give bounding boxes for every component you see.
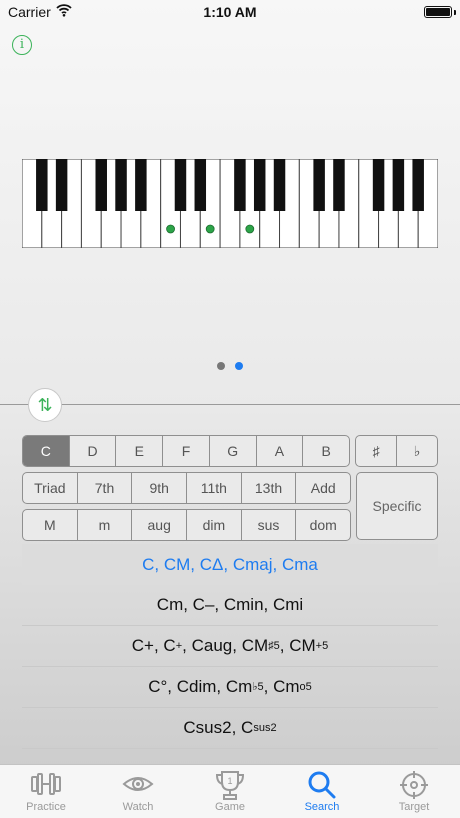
battery-tip	[454, 10, 456, 15]
extension-selector[interactable]: Triad 7th 9th 11th 13th Add	[22, 472, 351, 504]
tab-watch[interactable]: Watch	[92, 765, 184, 818]
black-key[interactable]	[333, 159, 345, 211]
black-key[interactable]	[412, 159, 424, 211]
black-key[interactable]	[194, 159, 207, 211]
note-marker	[166, 224, 175, 234]
note-option[interactable]: F	[163, 436, 210, 466]
accidental-selector[interactable]: ♯ ♭	[355, 435, 438, 467]
extension-option[interactable]: 7th	[78, 473, 133, 503]
note-option[interactable]: E	[116, 436, 164, 466]
page-indicator[interactable]	[0, 357, 460, 375]
tab-label: Practice	[26, 801, 66, 813]
page-dot[interactable]	[217, 362, 225, 370]
accidental-option[interactable]: ♯	[356, 436, 397, 466]
status-bar: Carrier 1:10 AM	[0, 0, 460, 26]
quality-option[interactable]: aug	[132, 510, 188, 540]
chord-text: , Cm	[263, 677, 300, 696]
tab-game[interactable]: 1 Game	[184, 765, 276, 818]
tab-label: Watch	[122, 801, 154, 813]
piano-keyboard[interactable]	[22, 159, 438, 248]
battery-icon	[424, 6, 452, 18]
black-key[interactable]	[36, 159, 48, 211]
accidental-option[interactable]: ♭	[397, 436, 437, 466]
trophy-icon: 1	[184, 770, 276, 800]
crosshair-icon	[368, 770, 460, 800]
chord-text: , Caug, CM	[182, 636, 269, 655]
note-option[interactable]: C	[23, 436, 70, 466]
tab-label: Game	[215, 801, 245, 813]
chord-row[interactable]: Cm, C–, Cmin, Cmi	[22, 585, 438, 626]
extension-option[interactable]: 9th	[132, 473, 188, 503]
extension-option[interactable]: Add	[296, 473, 350, 503]
black-key[interactable]	[234, 159, 246, 211]
note-selector[interactable]: CDEFGAB	[22, 435, 350, 467]
quality-option[interactable]: dim	[187, 510, 242, 540]
black-key[interactable]	[392, 159, 405, 211]
tab-label: Target	[398, 801, 430, 813]
eye-icon	[92, 770, 184, 800]
chord-text: Cm, C–, Cmin, Cmi	[156, 595, 304, 614]
chord-row[interactable]: C+, C +, Caug, CM ♯5, CM +5	[22, 626, 438, 667]
quality-selector[interactable]: Mm aug dim sus dom	[22, 509, 351, 541]
note-option[interactable]: G	[210, 436, 257, 466]
chord-list[interactable]: C, CM, CΔ, Cmaj, Cma Cm, C–, Cmin, Cmi C+,…	[22, 544, 438, 749]
chord-row[interactable]: Csus2, Csus2	[22, 708, 438, 749]
black-key[interactable]	[55, 159, 68, 211]
dumbbell-icon	[0, 770, 92, 800]
extension-option[interactable]: 13th	[242, 473, 297, 503]
search-icon	[276, 770, 368, 800]
black-key[interactable]	[174, 159, 187, 211]
swap-button[interactable]: ⇅	[28, 388, 62, 422]
quality-option[interactable]: M	[23, 510, 78, 540]
tab-target[interactable]: Target	[368, 765, 460, 818]
black-key[interactable]	[95, 159, 107, 211]
black-key[interactable]	[253, 159, 266, 211]
tab-bar[interactable]: Practice Watch 1 Game Search Target	[0, 764, 460, 818]
note-option[interactable]: B	[303, 436, 349, 466]
black-key[interactable]	[313, 159, 325, 211]
note-marker	[205, 224, 215, 234]
specific-button[interactable]: Specific	[356, 472, 438, 540]
chord-text: Csus2, C	[183, 718, 254, 737]
chord-text: , CM	[279, 636, 316, 655]
black-key[interactable]	[273, 159, 286, 211]
quality-option[interactable]: m	[78, 510, 133, 540]
clock: 1:10 AM	[203, 4, 257, 20]
page-dot[interactable]	[235, 362, 243, 370]
chord-row[interactable]: C, CM, CΔ, Cmaj, Cma	[22, 544, 438, 585]
chord-row[interactable]: C°, Cdim, Cm ♭5, Cm o5	[22, 667, 438, 708]
quality-option[interactable]: dom	[296, 510, 350, 540]
note-option[interactable]: D	[70, 436, 117, 466]
quality-option[interactable]: sus	[242, 510, 297, 540]
tab-search[interactable]: Search	[276, 765, 368, 818]
note-marker	[245, 224, 255, 234]
tab-label: Search	[304, 801, 340, 813]
black-key[interactable]	[135, 159, 147, 211]
black-key[interactable]	[372, 159, 385, 211]
info-button[interactable]: i	[12, 35, 32, 55]
svg-text:1: 1	[227, 776, 232, 786]
extension-option[interactable]: 11th	[187, 473, 242, 503]
black-key[interactable]	[115, 159, 127, 211]
note-option[interactable]: A	[257, 436, 304, 466]
tab-practice[interactable]: Practice	[0, 765, 92, 818]
chord-text: C°, Cdim, Cm	[148, 677, 253, 696]
chord-text: C+, C	[131, 636, 176, 655]
chord-text: C, CM, CΔ, Cmaj, Cma	[142, 554, 318, 574]
divider	[0, 404, 460, 405]
extension-option[interactable]: Triad	[23, 473, 78, 503]
